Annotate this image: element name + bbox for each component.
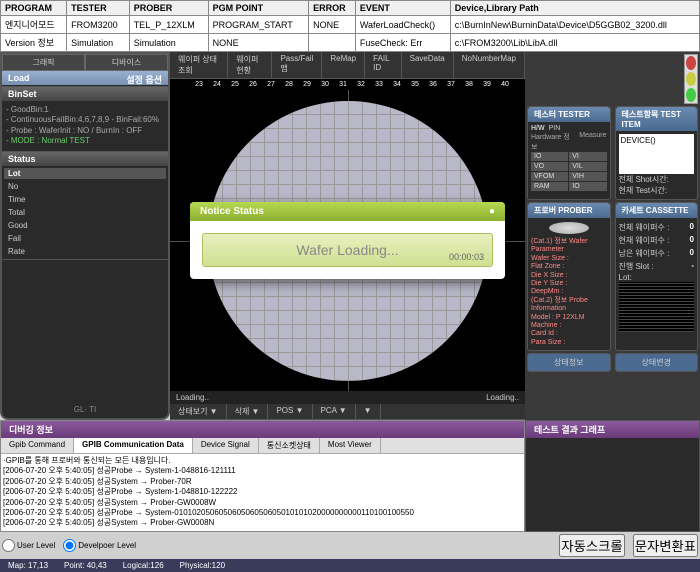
ctab-status[interactable]: 웨이퍼 상태 조회 [170, 52, 228, 78]
hcell: 엔지니어모드 [1, 16, 67, 34]
tb-pca[interactable]: PCA ▼ [313, 404, 356, 419]
binset-header[interactable]: BinSet [2, 87, 168, 101]
hcol: ERROR [309, 1, 356, 16]
binset-content: - GoodBin:1 - ContinuousFailBin:4,6,7,8,… [2, 101, 168, 151]
nonumber-label: NoNumberMap [454, 52, 525, 78]
hcell: NONE [208, 34, 309, 52]
hcell: TEL_P_12XLM [129, 16, 208, 34]
hcol: PGM POINT [208, 1, 309, 16]
loading-right: Loading.. [486, 393, 519, 402]
tb-delete[interactable]: 삭제 ▼ [227, 404, 269, 419]
status-info-button[interactable]: 상태정보 [527, 353, 611, 372]
left-panel: 그래픽 디바이스 Load 설정 옵션 BinSet - GoodBin:1 -… [0, 52, 170, 420]
notice-title: Notice Status [200, 206, 264, 217]
log-tab-gpib[interactable]: Gpib Command [1, 438, 74, 453]
user-level-radio[interactable]: User Level [2, 539, 55, 552]
ctab-failid[interactable]: FAIL ID [365, 52, 401, 78]
tb-status[interactable]: 상태보기 ▼ [170, 404, 227, 419]
hcell: Version 정보 [1, 34, 67, 52]
tab-graphic[interactable]: 그래픽 [2, 54, 85, 71]
graph-panel: 테스트 결과 그래프 [525, 420, 700, 532]
cassette-slots-icon [619, 282, 695, 332]
log-tab-comm[interactable]: GPIB Communication Data [74, 438, 193, 453]
hcol: EVENT [355, 1, 450, 16]
log-tab-most[interactable]: Most Viewer [320, 438, 381, 453]
ctab-remap[interactable]: ReMap [322, 52, 365, 78]
notice-dialog: Notice Status ● Wafer Loading... 00:00:0… [190, 202, 505, 279]
status-map: Map: 17,13 [8, 561, 48, 570]
ruler-horizontal: 232425262728293031323334353637383940 [170, 79, 525, 90]
prober-box: 프로버 PROBER (Cat.1) 정보 Wafer Parameter Wa… [527, 202, 611, 351]
hcell: WaferLoadCheck() [355, 16, 450, 34]
status-point: Point: 40,43 [64, 561, 107, 570]
log-panel: 디버깅 정보 Gpib Command GPIB Communication D… [0, 420, 525, 532]
hcell: NONE [309, 16, 356, 34]
charmap-button[interactable]: 문자변환표 [633, 534, 698, 557]
hcell: PROGRAM_START [208, 16, 309, 34]
ctab-wafer[interactable]: 웨이퍼현황 [228, 52, 272, 78]
log-tab-signal[interactable]: Device Signal [193, 438, 259, 453]
log-tab-socket[interactable]: 통신소켓상태 [259, 438, 320, 453]
tb-pos[interactable]: POS ▼ [268, 404, 312, 419]
status-bar: Map: 17,13 Point: 40,43 Logical:126 Phys… [0, 559, 700, 572]
status-header[interactable]: Status [2, 152, 168, 166]
progress-bar: Wafer Loading... 00:00:03 [202, 233, 493, 267]
testlist-value: DEVICE() [619, 134, 695, 174]
hcell: Simulation [129, 34, 208, 52]
notice-msg: Wafer Loading... [296, 242, 398, 258]
level-bar: User Level Develpoer Level 자동스크롤 문자변환표 [0, 532, 700, 559]
log-title: 디버깅 정보 [1, 421, 524, 438]
left-bottom-label: GL· TI [2, 401, 168, 418]
hcol: PROGRAM [1, 1, 67, 16]
loading-left: Loading.. [176, 393, 209, 402]
hcell: FuseCheck: Err [355, 34, 450, 52]
log-body[interactable]: ·GPIB를 통해 프로버와 통신되는 모든 내용입니다. [2006-07-2… [1, 454, 524, 531]
hcol: TESTER [67, 1, 130, 16]
load-header[interactable]: Load 설정 옵션 [2, 71, 168, 85]
status-physical: Physical:120 [180, 561, 225, 570]
hcell [309, 34, 356, 52]
hcol: PROBER [129, 1, 208, 16]
wafer-disc-icon [549, 222, 589, 234]
status-logical: Logical:126 [123, 561, 164, 570]
tester-box: 테스터 TESTER H/WPIN Hardware 정보Measure IOV… [527, 106, 611, 200]
ctab-save[interactable]: SaveData [402, 52, 454, 78]
hcell: FROM3200 [67, 16, 130, 34]
tab-device[interactable]: 디바이스 [85, 54, 168, 71]
close-icon[interactable]: ● [489, 206, 495, 217]
graph-title: 테스트 결과 그래프 [526, 421, 699, 438]
notice-time: 00:00:03 [449, 252, 484, 262]
ctab-passfail[interactable]: Pass/Fail맵 [272, 52, 322, 78]
tb-more[interactable]: ▼ [356, 404, 381, 419]
testlist-box: 테스트항목 TEST ITEM DEVICE() 전체 Shot시간: 현재 T… [615, 106, 699, 200]
load-label: Load [8, 73, 30, 83]
hcell: c:\FROM3200\Lib\LibA.dll [450, 34, 699, 52]
signal-tower-icon [684, 54, 698, 104]
dev-level-radio[interactable]: Develpoer Level [63, 539, 136, 552]
center-panel: 웨이퍼 상태 조회 웨이퍼현황 Pass/Fail맵 ReMap FAIL ID… [170, 52, 525, 420]
hcol: Device,Library Path [450, 1, 699, 16]
header-table: PROGRAM TESTER PROBER PGM POINT ERROR EV… [0, 0, 700, 52]
lot-table: Lot No Time Total Good Fail Rate [2, 166, 168, 259]
hcell: Simulation [67, 34, 130, 52]
hcell: c:\BurnInNew\BurninData\Device\D5GGB02_3… [450, 16, 699, 34]
autoscroll-button[interactable]: 자동스크롤 [559, 534, 624, 557]
status-change-button[interactable]: 상태변경 [615, 353, 699, 372]
right-panel: 테스터 TESTER H/WPIN Hardware 정보Measure IOV… [525, 52, 700, 420]
cassette-box: 카세트 CASSETTE 전체 웨이퍼수 :0 현재 웨이퍼수 :0 남은 웨이… [615, 202, 699, 351]
